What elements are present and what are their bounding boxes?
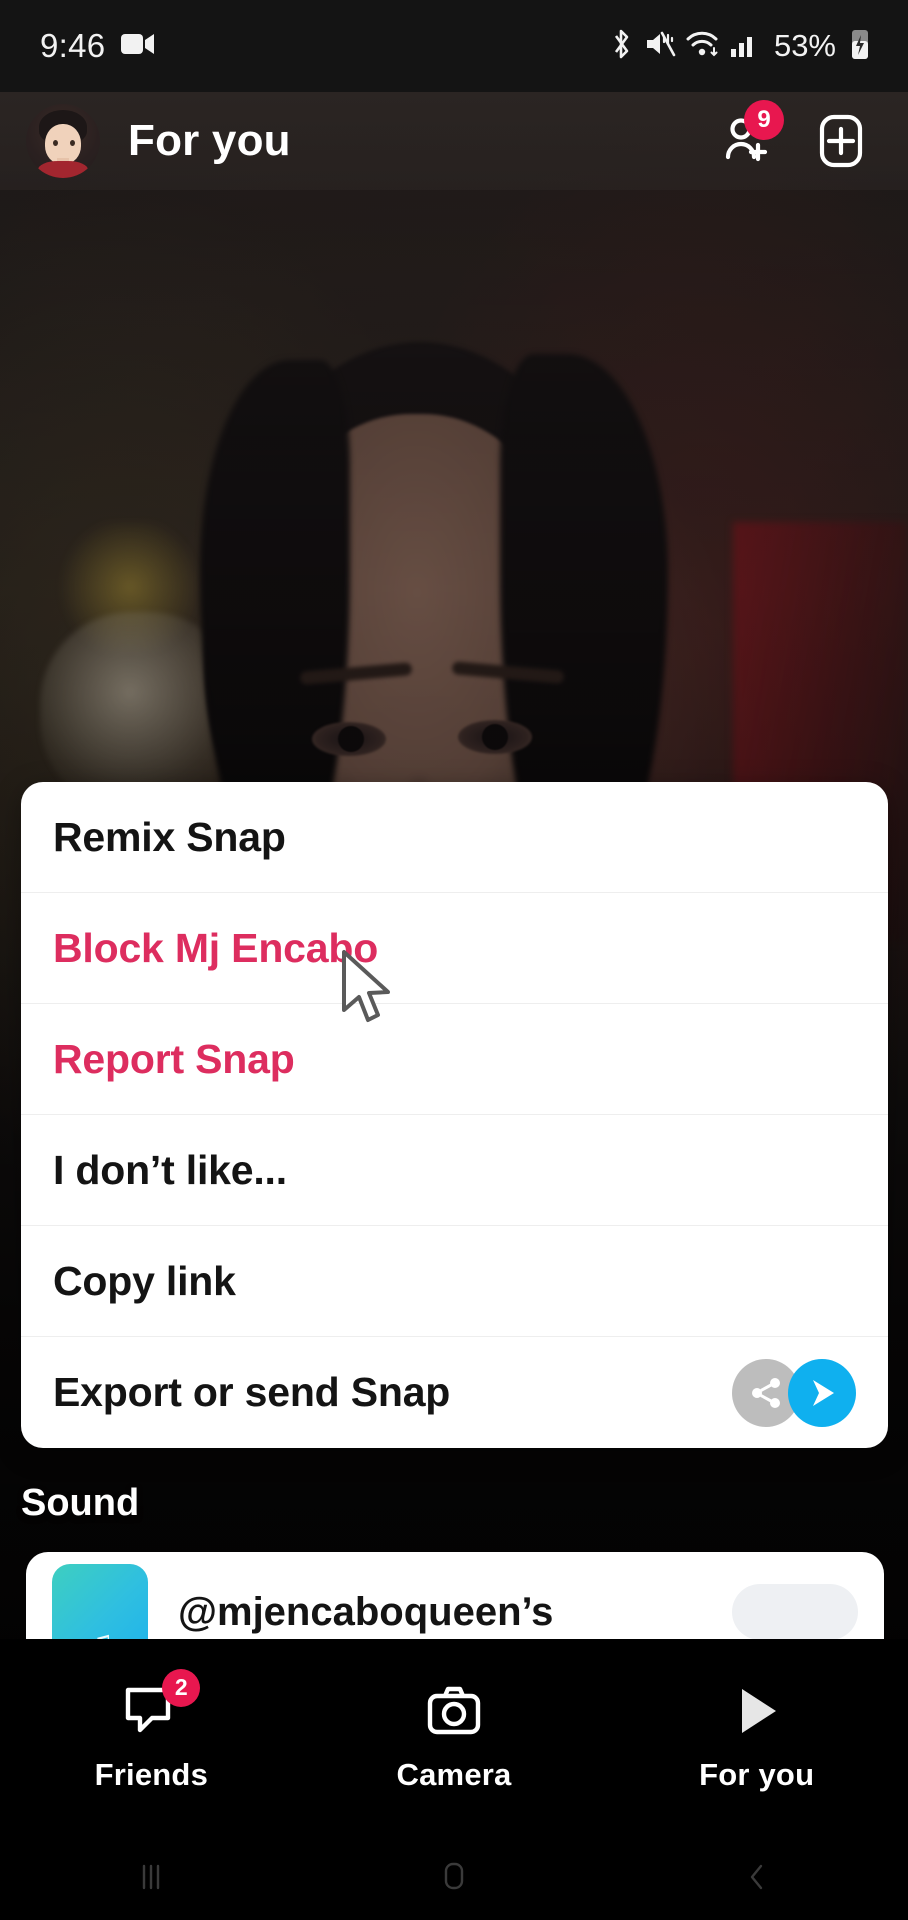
play-icon bbox=[724, 1681, 790, 1743]
camera-icon bbox=[421, 1681, 487, 1743]
battery-percent-label: 53% bbox=[773, 28, 836, 63]
sheet-item-label: Copy link bbox=[53, 1257, 236, 1304]
mute-icon bbox=[644, 28, 676, 65]
phone-screen: 9:46 53% For you 9 Remix Snap Block Mj E… bbox=[0, 0, 908, 1920]
app-header: For you 9 bbox=[0, 92, 908, 190]
back-button[interactable] bbox=[605, 1856, 908, 1898]
send-button[interactable] bbox=[788, 1358, 856, 1427]
page-title: For you bbox=[128, 116, 291, 165]
sheet-item-label: Export or send Snap bbox=[53, 1369, 451, 1415]
chat-bubble-icon: 2 bbox=[118, 1668, 201, 1743]
status-bar-clock: 9:46 bbox=[40, 27, 106, 64]
share-icon bbox=[752, 1377, 780, 1408]
system-navigation-bar bbox=[0, 1834, 908, 1920]
sheet-item-label: Report Snap bbox=[53, 1035, 295, 1082]
sheet-item-label: Remix Snap bbox=[53, 813, 286, 860]
avatar-body bbox=[38, 161, 88, 178]
back-icon bbox=[750, 1864, 762, 1890]
home-button[interactable] bbox=[303, 1856, 606, 1898]
sheet-item-label: Block Mj Encabo bbox=[53, 924, 379, 971]
sheet-item-report-snap[interactable]: Report Snap bbox=[21, 1004, 888, 1115]
cellular-signal-icon bbox=[730, 30, 758, 63]
sheet-row-actions bbox=[732, 1358, 856, 1427]
nav-item-friends[interactable]: 2 Friends bbox=[0, 1668, 303, 1793]
nav-label-camera: Camera bbox=[396, 1756, 512, 1792]
sound-card-action-pill[interactable] bbox=[732, 1584, 858, 1640]
home-icon bbox=[444, 1862, 464, 1890]
nav-item-camera[interactable]: Camera bbox=[303, 1681, 606, 1793]
friends-badge: 2 bbox=[162, 1668, 201, 1707]
sheet-item-export-or-send-snap[interactable]: Export or send Snap bbox=[21, 1337, 888, 1448]
recents-icon bbox=[143, 1864, 160, 1890]
avatar-eye-left bbox=[53, 140, 58, 146]
status-bar-left: 9:46 bbox=[40, 27, 155, 65]
nav-item-for-you[interactable]: For you bbox=[605, 1681, 908, 1793]
sheet-item-block-user[interactable]: Block Mj Encabo bbox=[21, 893, 888, 1004]
snap-action-sheet: Remix Snap Block Mj Encabo Report Snap I… bbox=[21, 782, 888, 1448]
battery-charging-icon bbox=[848, 27, 872, 66]
recents-button[interactable] bbox=[0, 1856, 303, 1898]
create-story-icon bbox=[819, 114, 863, 168]
screen-record-icon bbox=[121, 31, 155, 62]
bluetooth-icon bbox=[608, 27, 634, 66]
app-header-actions: 9 bbox=[714, 100, 872, 172]
create-story-button[interactable] bbox=[810, 110, 872, 172]
sound-card-label: @mjencaboqueen’s bbox=[178, 1589, 554, 1634]
wifi-icon bbox=[686, 29, 720, 64]
avatar-eye-right bbox=[70, 140, 75, 146]
add-friend-badge: 9 bbox=[744, 100, 784, 140]
nav-label-for-you: For you bbox=[699, 1756, 815, 1792]
status-bar-right: 53% bbox=[608, 27, 872, 66]
avatar[interactable] bbox=[26, 104, 100, 178]
sound-section-title: Sound bbox=[21, 1482, 140, 1524]
nav-label-friends: Friends bbox=[94, 1756, 209, 1792]
status-bar: 9:46 53% bbox=[0, 0, 908, 92]
send-arrow-icon bbox=[813, 1379, 834, 1406]
add-friend-button[interactable]: 9 bbox=[714, 100, 784, 172]
sheet-item-copy-link[interactable]: Copy link bbox=[21, 1226, 888, 1337]
sheet-item-remix-snap[interactable]: Remix Snap bbox=[21, 782, 888, 893]
sheet-item-label: I don’t like... bbox=[53, 1146, 287, 1193]
sheet-item-i-dont-like[interactable]: I don’t like... bbox=[21, 1115, 888, 1226]
bottom-navigation-bar: 2 Friends Camera For you bbox=[0, 1639, 908, 1834]
